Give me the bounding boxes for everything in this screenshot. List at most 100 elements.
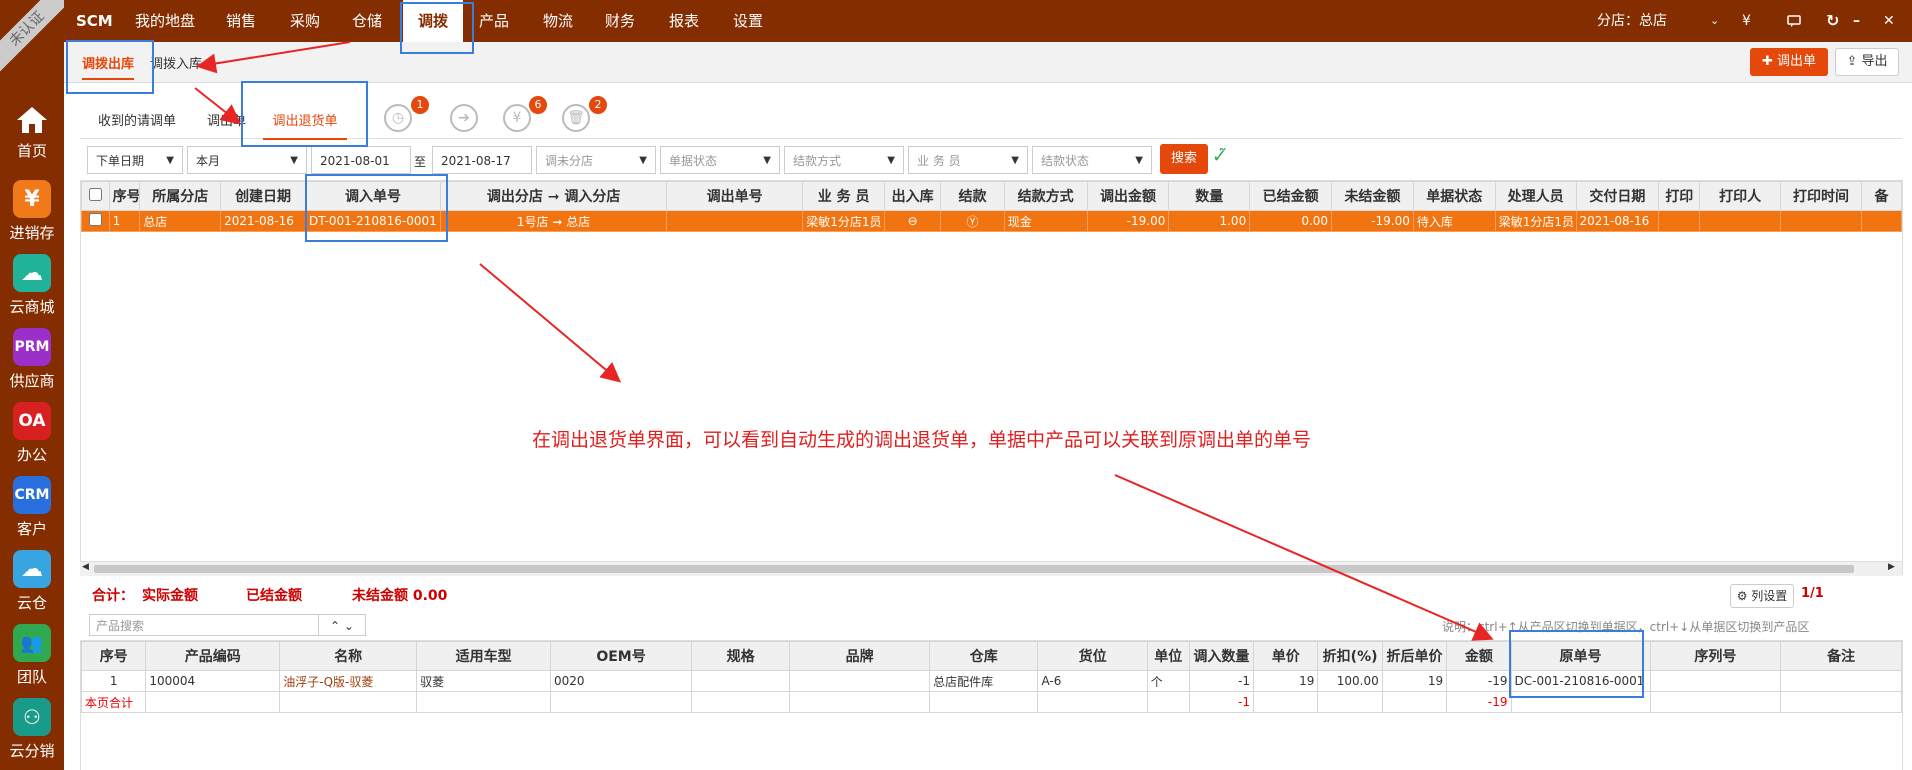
col-printer[interactable]: 打印人 xyxy=(1699,181,1782,211)
chevron-down-icon[interactable]: ⌄ xyxy=(1710,0,1719,42)
col-from-to[interactable]: 调出分店 ➞ 调入分店 xyxy=(440,181,668,211)
salesman-select[interactable]: 业 务 员 ▼ xyxy=(908,146,1028,174)
col-print-time[interactable]: 打印时间 xyxy=(1780,181,1862,211)
dcol-spec[interactable]: 规格 xyxy=(691,641,791,671)
dcol-amount[interactable]: 金额 xyxy=(1446,641,1512,671)
sidebar-item-supplier[interactable]: PRM 供应商 xyxy=(0,328,64,398)
select-all-checkbox[interactable] xyxy=(81,181,110,211)
col-unsettled[interactable]: 未结金额 xyxy=(1331,181,1414,211)
search-nav-arrows[interactable]: ⌃ ⌄ xyxy=(318,614,366,636)
dcol-disc-price[interactable]: 折后单价 xyxy=(1381,641,1448,671)
col-settled[interactable]: 已结金额 xyxy=(1249,181,1333,211)
product-search-input[interactable]: 产品搜索 xyxy=(89,614,319,636)
col-salesman[interactable]: 业 务 员 xyxy=(802,181,886,211)
col-in-no[interactable]: 调入单号 xyxy=(305,181,442,211)
menu-finance[interactable]: 财务 xyxy=(605,0,635,42)
dcol-location[interactable]: 货位 xyxy=(1037,641,1148,671)
dcol-model[interactable]: 适用车型 xyxy=(416,641,552,671)
col-status[interactable]: 单据状态 xyxy=(1412,181,1496,211)
scroll-left-icon[interactable]: ◀ xyxy=(82,562,89,572)
menu-sales[interactable]: 销售 xyxy=(226,0,256,42)
dcol-code[interactable]: 产品编码 xyxy=(145,641,281,671)
tab-transfer-out[interactable]: 调拨出库 xyxy=(82,53,135,80)
col-out-no[interactable]: 调出单号 xyxy=(666,181,804,211)
refresh-icon[interactable]: ↻ xyxy=(1826,0,1839,42)
table-row[interactable]: 1 100004 油浮子-Q版-驭菱 驭菱 0020 总店配件库 A-6 个 -… xyxy=(80,670,1902,692)
menu-transfer[interactable]: 调拨 xyxy=(403,0,463,42)
date-from-input[interactable]: 2021-08-01 xyxy=(311,146,411,174)
table-row[interactable]: 1 总店 2021-08-16 DT-001-210816-0001 1号店 ➞… xyxy=(81,210,1903,232)
branch-selector[interactable]: 分店：总店 xyxy=(1597,0,1667,42)
col-branch[interactable]: 所属分店 xyxy=(139,181,222,211)
row-checkbox[interactable] xyxy=(81,210,110,232)
export-button[interactable]: ⇪ 导出 xyxy=(1835,48,1899,76)
menu-storage[interactable]: 仓储 xyxy=(352,0,382,42)
settle-yen-icon[interactable]: Ⓨ xyxy=(940,210,1005,232)
dcol-price[interactable]: 单价 xyxy=(1253,641,1319,671)
menu-reports[interactable]: 报表 xyxy=(669,0,699,42)
dcol-brand[interactable]: 品牌 xyxy=(789,641,931,671)
dcol-remark[interactable]: 备注 xyxy=(1780,641,1902,671)
dcol-serial[interactable]: 序列号 xyxy=(1649,641,1782,671)
dcol-orig-no[interactable]: 原单号 xyxy=(1510,641,1651,671)
sidebar-item-office[interactable]: OA 办公 xyxy=(0,402,64,472)
col-in-out[interactable]: 出入库 xyxy=(884,181,942,211)
menu-logistics[interactable]: 物流 xyxy=(543,0,573,42)
sidebar-item-home[interactable]: 首页 xyxy=(0,104,64,174)
trash-icon[interactable]: 🗑 xyxy=(562,104,590,132)
dcol-discount[interactable]: 折扣(%) xyxy=(1317,641,1383,671)
clear-filter-icon[interactable]: ✓̃ xyxy=(1212,146,1227,167)
dcol-name[interactable]: 名称 xyxy=(279,641,418,671)
dcell-name[interactable]: 油浮子-Q版-驭菱 xyxy=(279,670,418,692)
search-button[interactable]: 搜索 xyxy=(1160,144,1208,174)
scroll-right-icon[interactable]: ▶ xyxy=(1888,562,1895,572)
sidebar-item-distribution[interactable]: ⚇ 云分销 xyxy=(0,698,64,768)
sidebar-item-customer[interactable]: CRM 客户 xyxy=(0,476,64,546)
clock-icon[interactable]: ◷ xyxy=(384,104,412,132)
dcol-unit[interactable]: 单位 xyxy=(1146,641,1190,671)
in-out-arrow-icon[interactable]: ⊖ xyxy=(884,210,942,232)
tab-out-orders[interactable]: 调出单 xyxy=(207,110,246,129)
menu-product[interactable]: 产品 xyxy=(479,0,509,42)
date-type-select[interactable]: 下单日期 ▼ xyxy=(87,146,183,174)
col-remark[interactable]: 备 xyxy=(1860,181,1903,211)
col-qty[interactable]: 数量 xyxy=(1168,181,1251,211)
col-handler[interactable]: 处理人员 xyxy=(1494,181,1577,211)
col-print[interactable]: 打印 xyxy=(1658,181,1701,211)
menu-settings[interactable]: 设置 xyxy=(733,0,763,42)
sidebar-item-team[interactable]: 👥 团队 xyxy=(0,624,64,694)
scrollbar-thumb[interactable] xyxy=(94,565,1854,573)
arrow-right-icon[interactable]: ➔ xyxy=(450,104,478,132)
col-amount[interactable]: 调出金额 xyxy=(1086,181,1170,211)
col-settle[interactable]: 结款 xyxy=(940,181,1005,211)
sidebar-item-cloud-warehouse[interactable]: ☁ 云仓 xyxy=(0,550,64,620)
doc-status-select[interactable]: 单据状态 ▼ xyxy=(660,146,780,174)
col-seq[interactable]: 序号 xyxy=(108,181,141,211)
menu-purchase[interactable]: 采购 xyxy=(290,0,320,42)
period-select[interactable]: 本月 ▼ xyxy=(187,146,307,174)
dcol-warehouse[interactable]: 仓库 xyxy=(929,641,1039,671)
column-settings-button[interactable]: ⚙ 列设置 xyxy=(1730,584,1794,608)
tab-transfer-in[interactable]: 调拨入库 xyxy=(150,53,202,72)
settle-method-select[interactable]: 结款方式 ▼ xyxy=(784,146,904,174)
yen-circle-icon[interactable]: ¥ xyxy=(503,104,531,132)
message-icon[interactable] xyxy=(1787,0,1801,42)
settle-status-select[interactable]: 结款状态 ▼ xyxy=(1032,146,1152,174)
currency-icon[interactable]: ¥ xyxy=(1742,0,1751,42)
date-to-input[interactable]: 2021-08-17 xyxy=(432,146,532,174)
dcol-oem[interactable]: OEM号 xyxy=(550,641,693,671)
col-delivery[interactable]: 交付日期 xyxy=(1575,181,1660,211)
menu-my-space[interactable]: 我的地盘 xyxy=(135,0,195,42)
tab-return-orders[interactable]: 调出退货单 xyxy=(263,110,347,140)
col-created[interactable]: 创建日期 xyxy=(220,181,307,211)
sidebar-item-cloud-shop[interactable]: ☁ 云商城 xyxy=(0,254,64,324)
minimize-icon[interactable]: – xyxy=(1853,0,1860,42)
in-branch-select[interactable]: 调未分店 ▼ xyxy=(536,146,656,174)
new-out-order-button[interactable]: ✚ 调出单 xyxy=(1750,48,1828,76)
close-icon[interactable]: ✕ xyxy=(1883,0,1895,42)
tab-received-requests[interactable]: 收到的请调单 xyxy=(98,110,176,129)
sidebar-item-inventory[interactable]: ¥ 进销存 xyxy=(0,180,64,250)
dcol-seq[interactable]: 序号 xyxy=(80,641,147,671)
dcol-qty[interactable]: 调入数量 xyxy=(1188,641,1255,671)
col-settle-method[interactable]: 结款方式 xyxy=(1003,181,1088,211)
